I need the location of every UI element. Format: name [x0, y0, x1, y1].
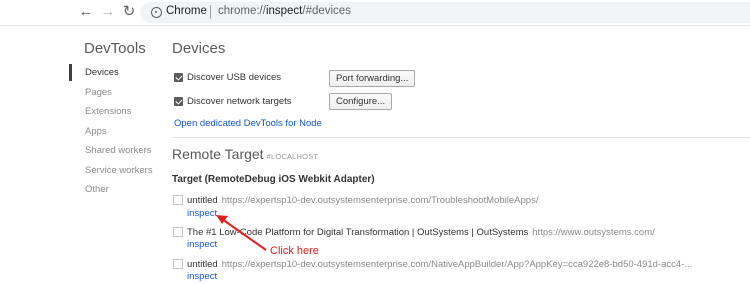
target-checkbox[interactable] [173, 195, 183, 205]
target-row: The #1 Low-Code Platform for Digital Tra… [187, 227, 655, 238]
target-checkbox[interactable] [173, 259, 183, 269]
sidebar-item-pages[interactable]: Pages [85, 87, 112, 98]
target-row: untitled https://expertsp10-dev.outsystem… [187, 259, 692, 270]
target-checkbox[interactable] [173, 227, 183, 237]
localhost-tag: #LOCALHOST [266, 152, 319, 161]
usb-discovery-checkbox[interactable] [174, 73, 183, 82]
configure-button[interactable]: Configure... [329, 93, 393, 110]
arrow-head [216, 215, 228, 224]
sidebar-item-apps[interactable]: Apps [85, 126, 107, 137]
port-forwarding-button[interactable]: Port forwarding... [329, 70, 416, 87]
node-devtools-link[interactable]: Open dedicated DevTools for Node [174, 118, 322, 129]
sidebar-item-service-workers[interactable]: Service workers [85, 165, 153, 176]
target-name: untitled [187, 259, 218, 270]
section-divider [172, 137, 750, 138]
arrow-right-icon[interactable]: → [100, 4, 116, 20]
sidebar: DevTools Devices Pages Extensions Apps S… [0, 26, 160, 284]
sidebar-item-extensions[interactable]: Extensions [85, 106, 131, 117]
click-here-annotation: Click here [270, 245, 319, 257]
site-label: Chrome [166, 5, 207, 17]
inspect-link[interactable]: inspect [187, 239, 217, 250]
usb-discovery-label: Discover USB devices [187, 72, 281, 83]
url-host: inspect [265, 5, 303, 17]
sidebar-title: DevTools [84, 40, 146, 57]
inspect-link[interactable]: inspect [187, 271, 217, 282]
target-header: Target (RemoteDebug iOS Webkit Adapter) [172, 174, 375, 185]
target-name: untitled [187, 195, 218, 206]
target-name: The #1 Low-Code Platform for Digital Tra… [187, 227, 529, 238]
inspect-link[interactable]: inspect [187, 208, 217, 219]
network-discovery-checkbox[interactable] [174, 97, 183, 106]
reload-icon[interactable]: ↻ [121, 4, 137, 20]
sidebar-item-other[interactable]: Other [85, 184, 109, 195]
url-text[interactable]: chrome://inspect/#devices [218, 5, 351, 17]
url-scheme: chrome:// [218, 5, 266, 17]
address-bar[interactable]: Chrome chrome://inspect/#devices [140, 2, 750, 23]
page-title: Devices [172, 40, 226, 57]
sidebar-item-devices[interactable]: Devices [85, 67, 119, 78]
target-url: https://www.outsystems.com/ [532, 227, 655, 238]
info-icon[interactable] [151, 7, 162, 18]
target-row: untitled https://expertsp10-dev.outsystem… [187, 195, 538, 206]
url-path: /#devices [302, 5, 351, 17]
target-url: https://expertsp10-dev.outsystemsenterpr… [221, 195, 539, 206]
arrow-left-icon[interactable]: ← [78, 4, 94, 20]
network-discovery-label: Discover network targets [187, 96, 292, 107]
active-item-marker [69, 64, 72, 81]
remote-target-heading: Remote Target [172, 146, 264, 162]
remote-target-title: Remote Target #LOCALHOST [172, 146, 318, 162]
target-url: https://expertsp10-dev.outsystemsenterpr… [221, 259, 693, 270]
omnibox-divider [210, 5, 211, 19]
browser-toolbar: ← → ↻ Chrome chrome://inspect/#devices [0, 0, 750, 26]
sidebar-item-shared-workers[interactable]: Shared workers [85, 145, 152, 156]
